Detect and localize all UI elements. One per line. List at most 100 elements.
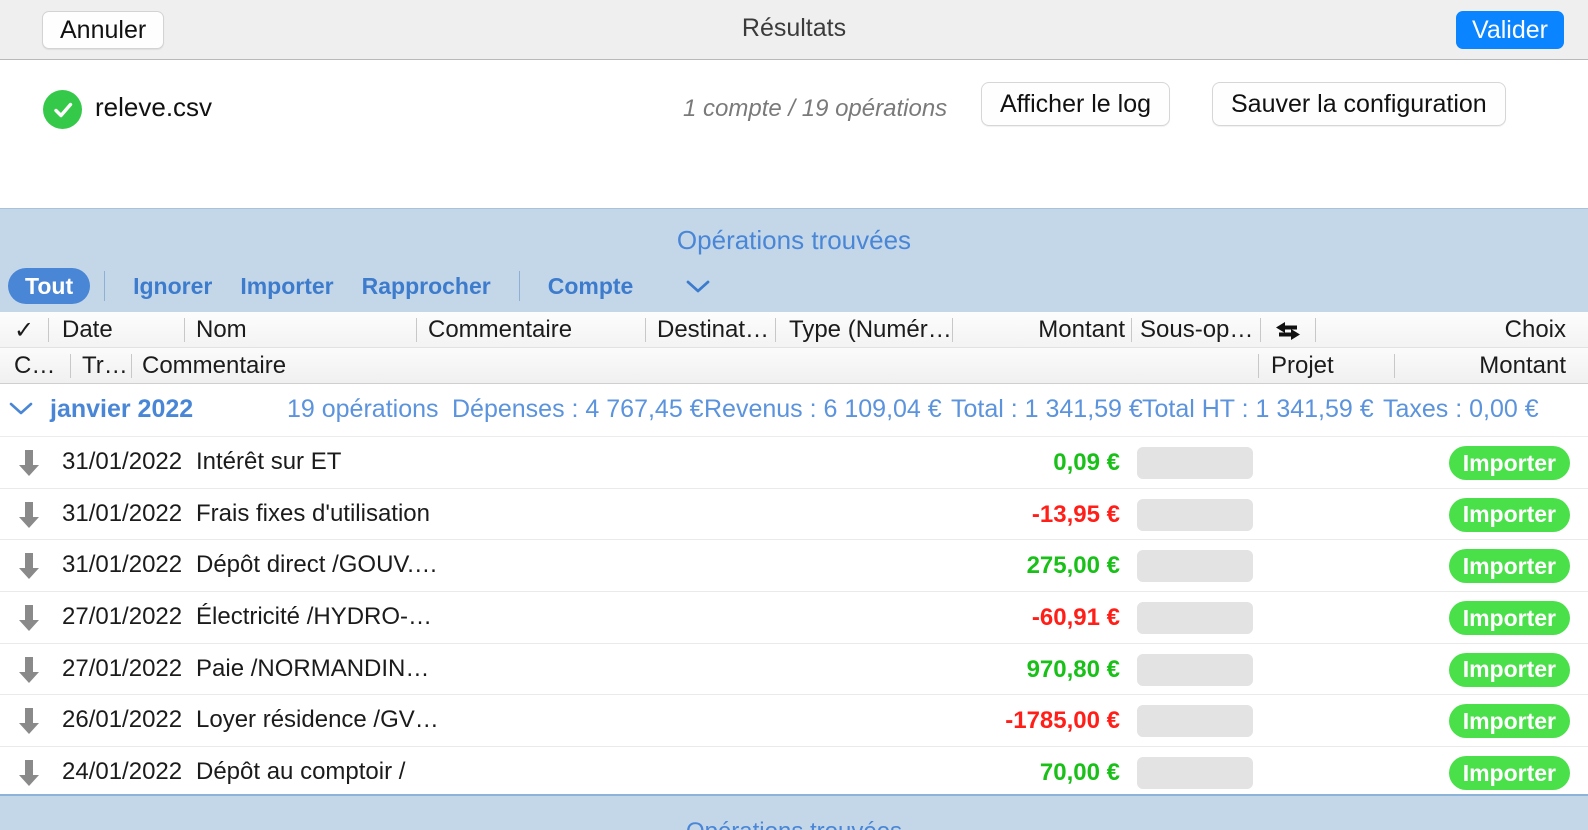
column-header-projet[interactable]: Projet	[1271, 352, 1334, 380]
column-header-choix[interactable]: Choix	[1505, 316, 1566, 344]
tab-divider	[518, 271, 520, 301]
tab-ignorer[interactable]: Ignorer	[119, 273, 226, 300]
row-date: 24/01/2022	[62, 758, 183, 786]
table-row[interactable]: 31/01/2022 Frais fixes d'utilisation -13…	[0, 488, 1588, 541]
column-divider[interactable]	[1131, 318, 1132, 342]
row-name: Dépôt direct /GOUV.…	[196, 551, 438, 579]
row-subop-field[interactable]	[1137, 498, 1253, 531]
row-amount: -60,91 €	[1031, 604, 1120, 632]
down-arrow-icon[interactable]	[16, 706, 42, 736]
tab-compte[interactable]: Compte	[534, 273, 648, 300]
down-arrow-icon[interactable]	[16, 448, 42, 478]
month-group-row[interactable]: janvier 2022 19 opérations Dépenses : 4 …	[0, 384, 1588, 437]
operations-section-header: Opérations trouvées Tout Ignorer Importe…	[0, 208, 1588, 312]
row-date: 27/01/2022	[62, 654, 183, 682]
row-subop-field[interactable]	[1137, 602, 1253, 635]
row-name: Paie /NORMANDIN…	[196, 654, 430, 682]
down-arrow-icon[interactable]	[16, 758, 42, 788]
month-total: Total : 1 341,59 €	[951, 395, 1143, 423]
month-taxes: Taxes : 0,00 €	[1383, 395, 1539, 423]
chevron-down-icon[interactable]	[685, 278, 711, 294]
column-divider[interactable]	[645, 318, 646, 342]
month-operations: 19 opérations	[287, 395, 439, 423]
tab-importer[interactable]: Importer	[226, 273, 347, 300]
column-divider[interactable]	[1260, 318, 1261, 342]
table-row[interactable]: 31/01/2022 Intérêt sur ET 0,09 € Importe…	[0, 437, 1588, 489]
footer-section: Opérations trouvées	[0, 794, 1588, 830]
page-title: Résultats	[741, 14, 847, 42]
table-header-row-primary: ✓ Date Nom Commentaire Destinat… Type (N…	[0, 312, 1588, 348]
row-subop-field[interactable]	[1137, 653, 1253, 686]
column-divider[interactable]	[48, 318, 49, 342]
transactions-list: 31/01/2022 Intérêt sur ET 0,09 € Importe…	[0, 437, 1588, 799]
month-total-ht: Total HT : 1 341,59 €	[1142, 395, 1374, 423]
row-date: 31/01/2022	[62, 551, 183, 579]
column-divider[interactable]	[775, 318, 776, 342]
row-import-button[interactable]: Importer	[1448, 497, 1570, 532]
row-name: Loyer résidence /GV…	[196, 706, 439, 734]
row-subop-field[interactable]	[1137, 705, 1253, 738]
row-subop-field[interactable]	[1137, 550, 1253, 583]
filter-tabbar: Tout Ignorer Importer Rapprocher Compte	[0, 266, 711, 306]
tab-tout[interactable]: Tout	[8, 268, 91, 304]
row-import-button[interactable]: Importer	[1448, 704, 1570, 739]
month-label: janvier 2022	[50, 395, 194, 423]
row-amount: 275,00 €	[1026, 552, 1120, 580]
window-titlebar: Annuler Résultats Valider	[0, 0, 1588, 60]
row-import-button[interactable]: Importer	[1448, 549, 1570, 584]
tab-rapprocher[interactable]: Rapprocher	[348, 273, 505, 300]
table-row[interactable]: 31/01/2022 Dépôt direct /GOUV.… 275,00 €…	[0, 540, 1588, 593]
footer-label: Opérations trouvées	[0, 818, 1588, 830]
column-header-destinataire[interactable]: Destinat…	[657, 316, 769, 344]
show-log-button[interactable]: Afficher le log	[981, 82, 1171, 126]
row-import-button[interactable]: Importer	[1448, 601, 1570, 636]
row-name: Électricité /HYDRO-…	[196, 603, 433, 631]
column-divider[interactable]	[1258, 354, 1259, 378]
chevron-down-icon[interactable]	[8, 400, 34, 421]
save-configuration-button[interactable]: Sauver la configuration	[1212, 82, 1506, 126]
row-date: 31/01/2022	[62, 448, 183, 475]
column-header-tr[interactable]: Tr…	[82, 352, 128, 380]
column-divider[interactable]	[131, 354, 132, 378]
table-row[interactable]: 27/01/2022 Paie /NORMANDIN… 970,80 € Imp…	[0, 643, 1588, 696]
down-arrow-icon[interactable]	[16, 551, 42, 581]
column-divider[interactable]	[952, 318, 953, 342]
down-arrow-icon[interactable]	[16, 603, 42, 633]
table-row[interactable]: 26/01/2022 Loyer résidence /GV… -1785,00…	[0, 695, 1588, 748]
column-divider[interactable]	[184, 318, 185, 342]
month-depenses: Dépenses : 4 767,45 €	[452, 395, 704, 423]
row-name: Dépôt au comptoir /	[196, 758, 406, 786]
column-header-sous-operation[interactable]: Sous-op…	[1140, 316, 1253, 344]
column-header-check[interactable]: ✓	[14, 316, 34, 345]
row-import-button[interactable]: Importer	[1448, 446, 1570, 480]
column-header-montant-2[interactable]: Montant	[1479, 352, 1566, 380]
column-divider[interactable]	[416, 318, 417, 342]
row-subop-field[interactable]	[1137, 757, 1253, 790]
column-header-c[interactable]: C…	[14, 352, 55, 380]
row-import-button[interactable]: Importer	[1448, 652, 1570, 687]
down-arrow-icon[interactable]	[16, 500, 42, 530]
column-header-date[interactable]: Date	[62, 316, 113, 344]
column-header-montant[interactable]: Montant	[960, 316, 1125, 344]
column-header-commentaire[interactable]: Commentaire	[428, 316, 572, 344]
row-date: 27/01/2022	[62, 603, 183, 631]
exchange-arrows-icon[interactable]	[1272, 320, 1304, 347]
row-subop-field[interactable]	[1137, 447, 1253, 479]
table-row[interactable]: 24/01/2022 Dépôt au comptoir / 70,00 € I…	[0, 747, 1588, 799]
check-circle-icon	[43, 90, 82, 129]
column-header-type[interactable]: Type (Numér…	[789, 316, 952, 344]
row-amount: 70,00 €	[1039, 759, 1120, 787]
column-divider[interactable]	[1394, 354, 1395, 378]
row-amount: -1785,00 €	[1005, 707, 1120, 735]
tab-divider	[104, 271, 106, 301]
validate-button[interactable]: Valider	[1456, 11, 1564, 49]
column-header-nom[interactable]: Nom	[196, 316, 247, 344]
row-name: Intérêt sur ET	[196, 448, 342, 475]
table-row[interactable]: 27/01/2022 Électricité /HYDRO-… -60,91 €…	[0, 592, 1588, 644]
down-arrow-icon[interactable]	[16, 655, 42, 685]
column-divider[interactable]	[70, 354, 71, 378]
column-divider[interactable]	[1315, 318, 1316, 342]
table-header-row-secondary: C… Tr… Commentaire Projet Montant	[0, 348, 1588, 384]
column-header-commentaire-2[interactable]: Commentaire	[142, 352, 286, 380]
row-import-button[interactable]: Importer	[1448, 756, 1570, 791]
